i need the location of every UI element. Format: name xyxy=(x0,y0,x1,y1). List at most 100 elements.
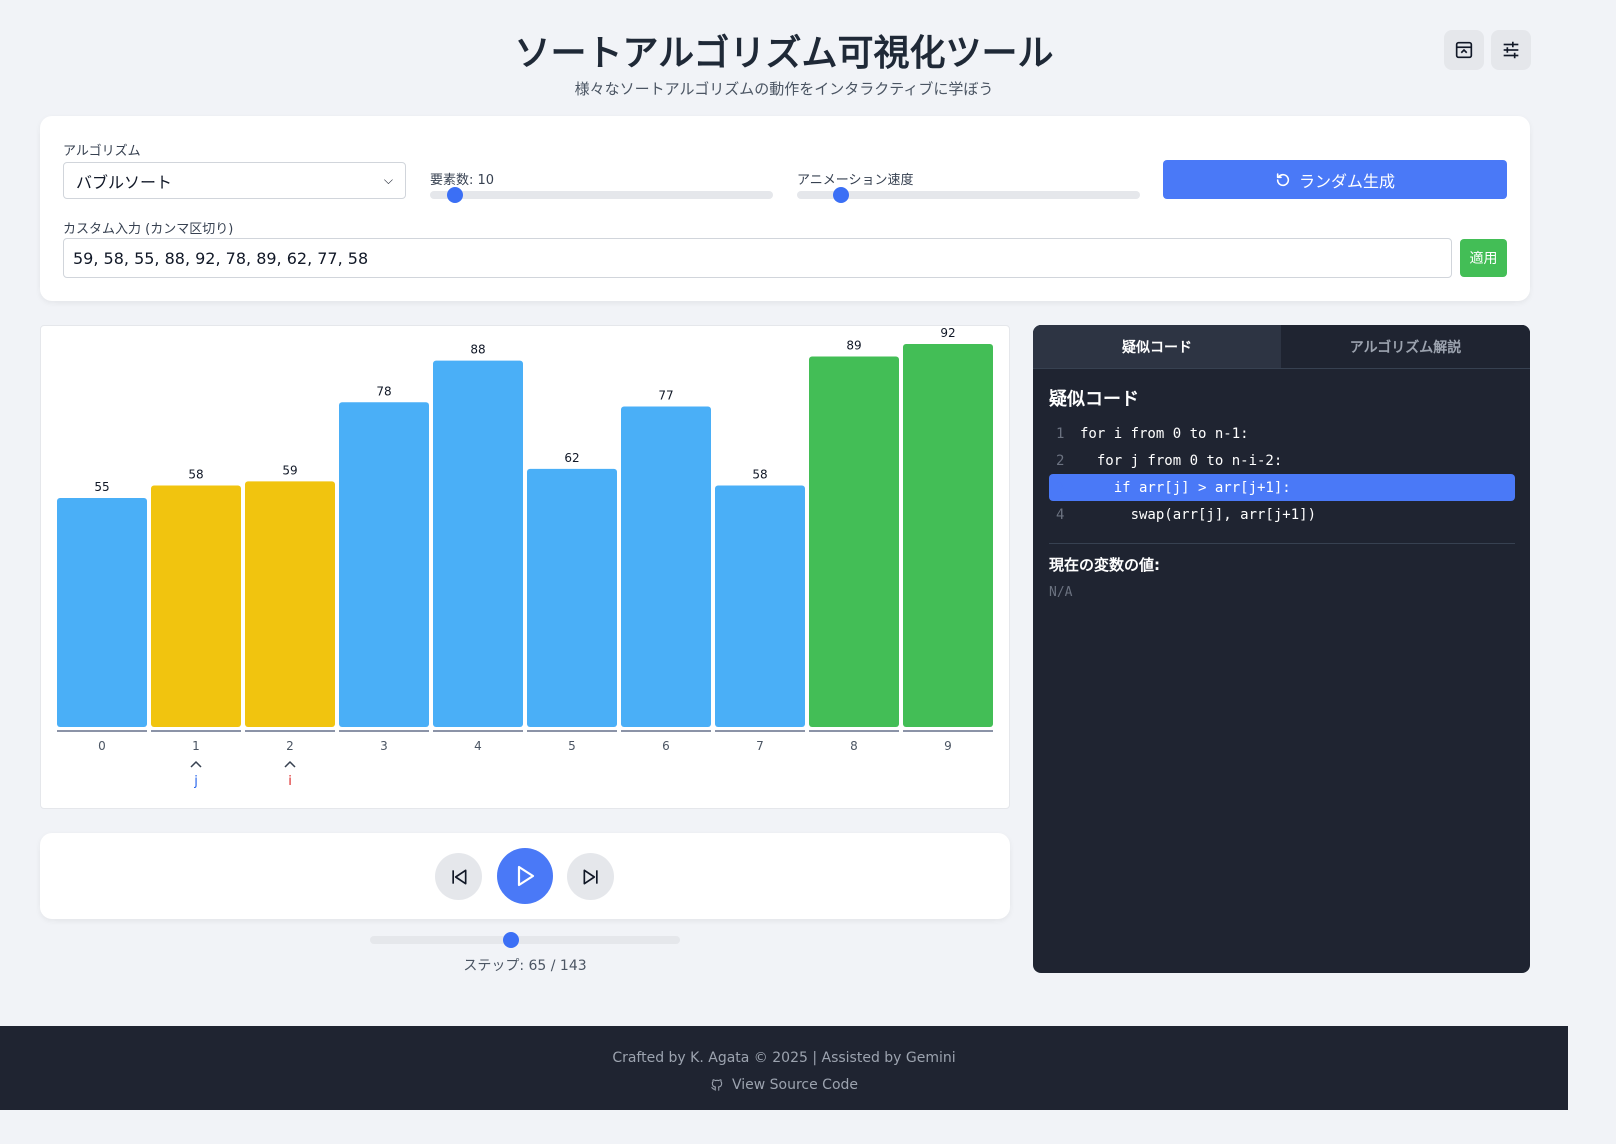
pointer-caret xyxy=(190,760,202,768)
step-slider-track[interactable] xyxy=(370,936,680,944)
bar-9 xyxy=(903,344,993,727)
size-slider-track[interactable] xyxy=(430,191,773,199)
header: ソートアルゴリズム可視化ツール 様々なソートアルゴリズムの動作をインタラクティブ… xyxy=(0,0,1568,110)
speed-label: アニメーション速度 xyxy=(797,173,914,188)
tab-divider xyxy=(1033,368,1530,369)
github-icon xyxy=(711,1079,723,1091)
bar-value-label: 78 xyxy=(376,384,391,398)
view-source-link[interactable]: View Source Code xyxy=(0,1077,1568,1093)
bar-baseline xyxy=(715,730,805,732)
chevron-down-icon: ⌵ xyxy=(383,173,393,187)
bar-baseline xyxy=(245,730,335,732)
skip-forward-icon xyxy=(583,869,598,884)
apply-button[interactable]: 適用 xyxy=(1460,239,1507,277)
bar-1 xyxy=(151,485,241,727)
pointer-label-j: j xyxy=(193,774,198,789)
layout-toggle-button[interactable] xyxy=(1444,30,1484,70)
bar-4 xyxy=(433,360,523,727)
playback-controls xyxy=(40,833,1010,919)
bar-chart: 55 0 58 1 59 2 78 3 88 4 62 5 77 6 58 7 89 8 92 9 j i xyxy=(57,326,993,789)
step-forward-button[interactable] xyxy=(567,853,614,900)
bar-value-label: 58 xyxy=(188,468,203,482)
bar-value-label: 62 xyxy=(564,451,579,465)
control-panel: アルゴリズム バブルソート ⌵ 要素数: 10 アニメーション速度 ランダム生成… xyxy=(40,116,1530,301)
bar-visualization: 55 0 58 1 59 2 78 3 88 4 62 5 77 6 58 7 89 8 92 9 j i xyxy=(40,325,1010,809)
line-text: for j from 0 to n-i-2: xyxy=(1080,452,1283,469)
bar-index-label: 6 xyxy=(662,739,670,753)
pointer-label-i: i xyxy=(288,774,292,789)
variables-title: 現在の変数の値: xyxy=(1049,556,1160,574)
bar-baseline xyxy=(621,730,711,732)
line-number: 2 xyxy=(1056,452,1065,469)
bar-index-label: 5 xyxy=(568,739,576,753)
size-slider-thumb[interactable] xyxy=(447,187,463,203)
bar-index-label: 8 xyxy=(850,739,858,753)
bar-value-label: 77 xyxy=(658,388,673,402)
bar-baseline xyxy=(527,730,617,732)
footer-credit: Crafted by K. Agata © 2025 | Assisted by… xyxy=(612,1050,956,1066)
bar-index-label: 2 xyxy=(286,739,294,753)
bar-value-label: 89 xyxy=(846,338,861,352)
bar-7 xyxy=(715,485,805,727)
size-label: 要素数: 10 xyxy=(430,173,495,188)
step-counter: ステップ: 65 / 143 xyxy=(463,958,587,974)
pointer-caret xyxy=(284,760,296,768)
step-slider-thumb[interactable] xyxy=(503,932,519,948)
line-number: 3 xyxy=(1056,479,1065,496)
bar-index-label: 7 xyxy=(756,739,764,753)
line-text: swap(arr[j], arr[j+1]) xyxy=(1080,506,1317,523)
bar-baseline xyxy=(809,730,899,732)
variables-value: N/A xyxy=(1049,585,1073,600)
skip-back-icon xyxy=(451,869,466,884)
tab-pseudocode[interactable]: 疑似コード xyxy=(1033,325,1281,368)
page-subtitle: 様々なソートアルゴリズムの動作をインタラクティブに学ぼう xyxy=(574,80,994,98)
bar-baseline xyxy=(903,730,993,732)
algorithm-select-value: バブルソート xyxy=(76,172,173,192)
bar-value-label: 59 xyxy=(282,463,297,477)
bar-baseline xyxy=(339,730,429,732)
footer: Crafted by K. Agata © 2025 | Assisted by… xyxy=(0,1026,1568,1110)
line-text: if arr[j] > arr[j+1]: xyxy=(1080,479,1291,496)
refresh-icon xyxy=(1276,172,1290,186)
algorithm-label: アルゴリズム xyxy=(63,144,141,159)
tab-algorithm-explanation[interactable]: アルゴリズム解説 xyxy=(1281,325,1530,368)
line-number: 4 xyxy=(1056,506,1065,523)
bar-value-label: 55 xyxy=(94,480,109,494)
bar-index-label: 1 xyxy=(192,739,200,753)
code-line: 4 swap(arr[j], arr[j+1]) xyxy=(1049,501,1515,528)
settings-button[interactable] xyxy=(1491,30,1531,70)
bar-value-label: 92 xyxy=(940,326,955,340)
play-icon xyxy=(517,865,535,887)
bar-5 xyxy=(527,468,617,727)
bar-8 xyxy=(809,356,899,727)
random-generate-label: ランダム生成 xyxy=(1298,171,1395,191)
panel-icon xyxy=(1455,41,1473,59)
bar-2 xyxy=(245,481,335,727)
pseudocode-title: 疑似コード xyxy=(1049,389,1139,410)
bar-0 xyxy=(57,498,147,727)
custom-input-label: カスタム入力 (カンマ区切り) xyxy=(63,222,234,237)
bar-index-label: 9 xyxy=(944,739,952,753)
bar-6 xyxy=(621,406,711,727)
step-back-button[interactable] xyxy=(435,853,482,900)
speed-slider-thumb[interactable] xyxy=(833,187,849,203)
bar-index-label: 4 xyxy=(474,739,482,753)
bar-value-label: 88 xyxy=(470,343,485,357)
custom-input-field[interactable]: 59, 58, 55, 88, 92, 78, 89, 62, 77, 58 xyxy=(63,238,1452,278)
line-number: 1 xyxy=(1056,425,1065,442)
bar-baseline xyxy=(57,730,147,732)
sliders-icon xyxy=(1503,41,1519,59)
play-button[interactable] xyxy=(497,848,553,904)
line-text: for i from 0 to n-1: xyxy=(1080,425,1249,442)
code-panel: 疑似コード アルゴリズム解説 疑似コード 1 for i from 0 to n… xyxy=(1033,325,1530,973)
random-generate-button[interactable]: ランダム生成 xyxy=(1163,160,1507,199)
bar-value-label: 58 xyxy=(752,468,767,482)
code-line-highlighted: 3 if arr[j] > arr[j+1]: xyxy=(1049,474,1515,501)
algorithm-select[interactable]: バブルソート ⌵ xyxy=(63,162,406,199)
view-source-label: View Source Code xyxy=(731,1077,859,1093)
code-line: 1 for i from 0 to n-1: xyxy=(1049,420,1515,447)
page-title: ソートアルゴリズム可視化ツール xyxy=(514,33,1054,74)
bar-index-label: 3 xyxy=(380,739,388,753)
section-divider xyxy=(1049,543,1515,544)
bar-baseline xyxy=(151,730,241,732)
